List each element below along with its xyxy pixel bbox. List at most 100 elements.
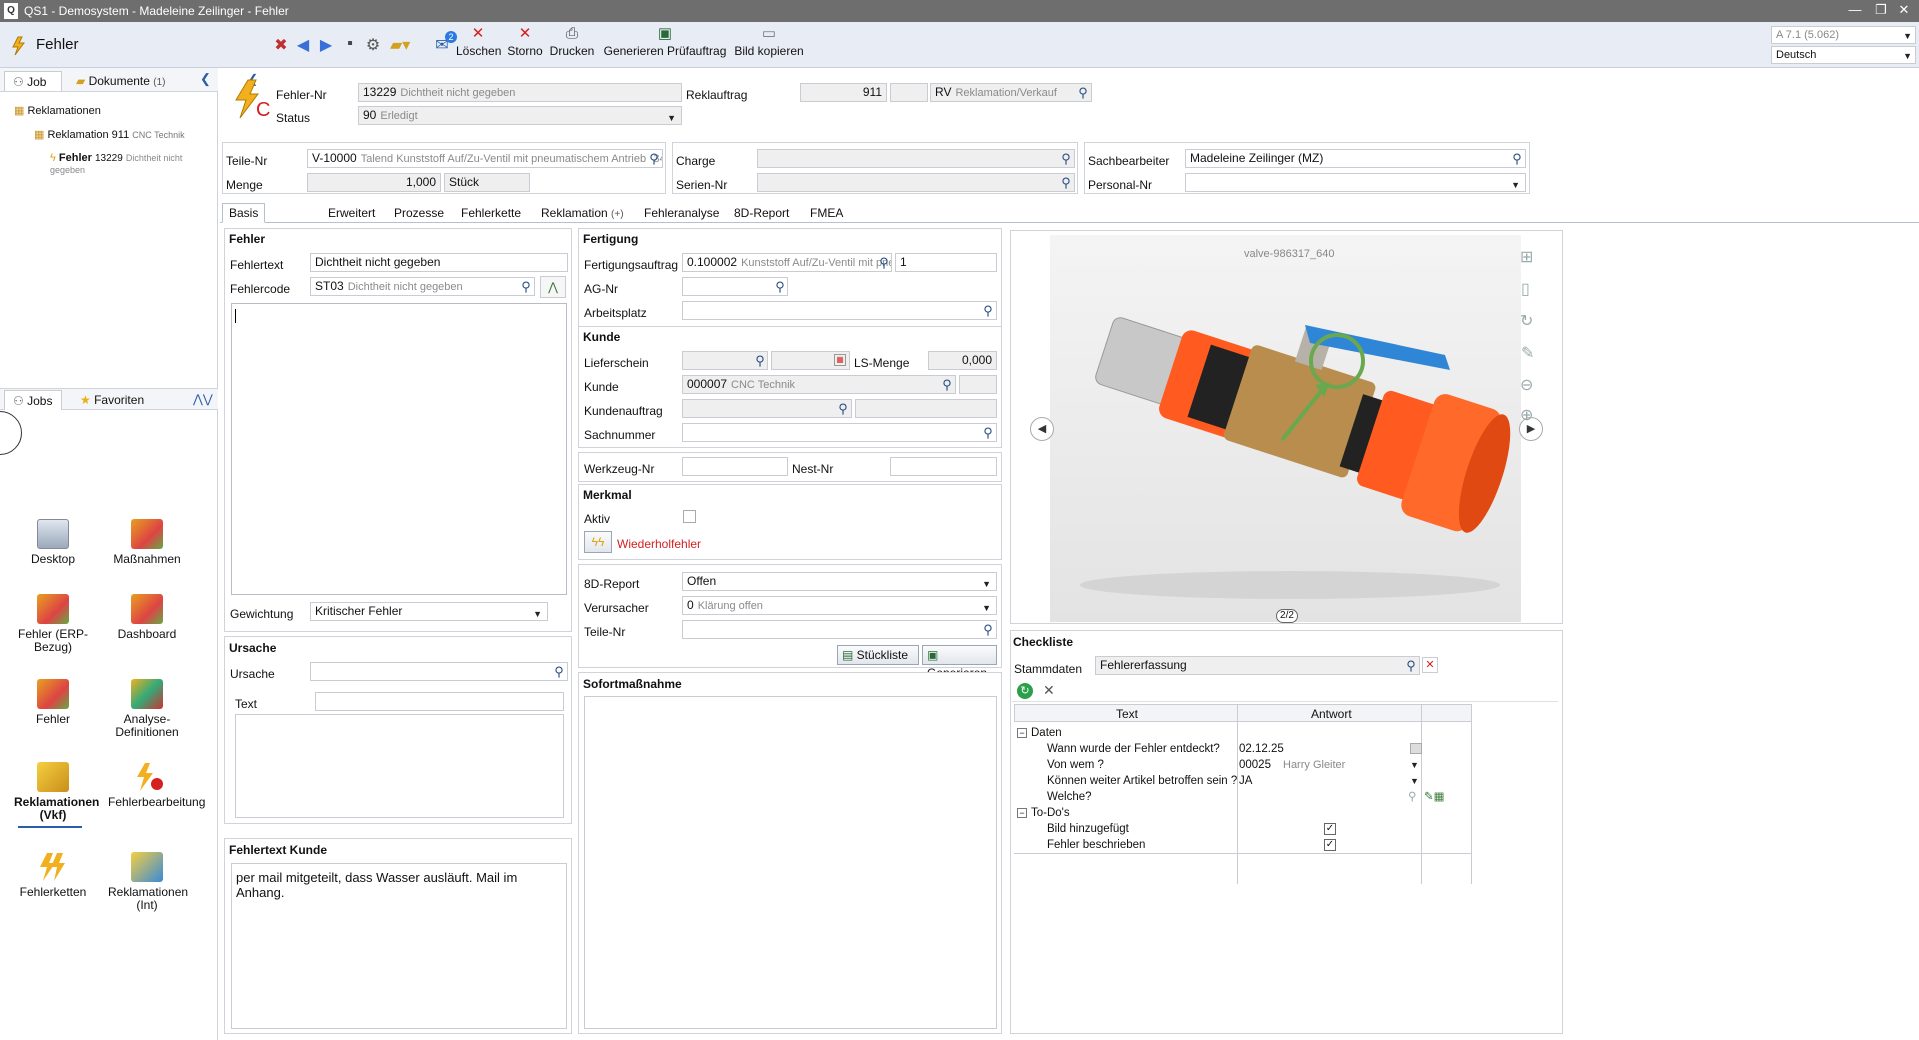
app-fehler[interactable]: Fehler xyxy=(14,679,92,726)
calendar-icon[interactable]: ▦ xyxy=(834,354,846,366)
checklist-row[interactable]: Bild hinzugefügt ✓ xyxy=(1014,821,1472,837)
menge-field[interactable]: 1,000 xyxy=(307,173,441,192)
status-select[interactable]: 90 Erledigt ▼ xyxy=(358,106,682,125)
teile-nr-field[interactable]: V-10000 Talend Kunststoff Auf/Zu-Ventil m… xyxy=(307,149,663,168)
delete-button[interactable]: ✕ Löschen xyxy=(456,26,501,59)
fehlertext-kunde-textarea[interactable]: per mail mitgeteilt, dass Wasser ausläuf… xyxy=(231,863,567,1029)
generate-inspection-button[interactable]: ▣ Generieren Prüfauftrag xyxy=(600,26,730,59)
search-icon[interactable]: ⚲ xyxy=(1059,176,1073,190)
collapse-icon[interactable]: − xyxy=(1017,728,1027,738)
search-icon[interactable]: ⚲ xyxy=(1059,152,1073,166)
version-select[interactable]: A 7.1 (5.062) ▼ xyxy=(1771,26,1916,44)
sachnummer-field[interactable] xyxy=(682,423,997,442)
folder-icon[interactable]: ▰▾ xyxy=(390,35,410,55)
ursache-field[interactable] xyxy=(310,662,568,681)
teile-nr2-field[interactable] xyxy=(682,620,997,639)
sachbearbeiter-field[interactable]: Madeleine Zeilinger (MZ) xyxy=(1185,149,1526,168)
collapse-sidebar-icon[interactable]: ❮ xyxy=(200,71,211,87)
search-icon[interactable]: ⚲ xyxy=(940,378,954,392)
zoom-out-icon[interactable]: ⊖ xyxy=(1520,375,1533,395)
werkzeug-nr-field[interactable] xyxy=(682,457,788,476)
dropdown-icon[interactable]: ▼ xyxy=(1410,757,1419,773)
refresh-icon[interactable]: ↻ xyxy=(1017,683,1033,699)
tools-icon[interactable]: ✕ xyxy=(1043,682,1055,699)
search-icon[interactable]: ⚲ xyxy=(1404,659,1418,673)
edit-icon[interactable]: ✎ xyxy=(1521,343,1534,363)
fehler-description-textarea[interactable] xyxy=(231,303,567,595)
search-icon[interactable]: ⚲ xyxy=(552,665,566,679)
close-record-icon[interactable]: ✖ xyxy=(271,35,291,55)
language-select[interactable]: Deutsch ▼ xyxy=(1771,46,1916,64)
stammdaten-field[interactable]: Fehlererfassung xyxy=(1095,656,1420,675)
storno-button[interactable]: ✕ Storno xyxy=(505,26,545,59)
serien-nr-field[interactable] xyxy=(757,173,1075,192)
tab-fehlerkette[interactable]: Fehlerkette xyxy=(455,204,527,222)
fertigungsauftrag-field[interactable]: 0.100002 Kunststoff Auf/Zu-Ventil mit pne… xyxy=(682,253,892,272)
forward-icon[interactable]: ▶ xyxy=(316,35,336,55)
search-icon[interactable]: ⚲ xyxy=(981,623,995,637)
tab-8d-report[interactable]: 8D-Report xyxy=(728,204,795,222)
menge-unit-field[interactable]: Stück xyxy=(444,173,530,192)
copy-image-button[interactable]: ▭ Bild kopieren xyxy=(731,26,807,59)
settings-icon[interactable]: ⚙ xyxy=(363,35,383,55)
checklist-row[interactable]: Wann wurde der Fehler entdeckt? 02.12.25 xyxy=(1014,741,1472,757)
checklist-row[interactable]: Welche? ⚲ ✎▦ xyxy=(1014,789,1472,805)
search-icon[interactable]: ⚲ xyxy=(647,152,661,166)
back-icon[interactable]: ◀ xyxy=(293,35,313,55)
tab-prozesse[interactable]: Prozesse xyxy=(388,204,450,222)
search-icon[interactable]: ⚲ xyxy=(877,256,891,270)
app-reklamationen-vkf[interactable]: Reklamationen (Vkf) xyxy=(14,762,99,822)
expand-collapse-icon[interactable]: ⋀⋁ xyxy=(193,392,213,406)
ls-menge-field[interactable]: 0,000 xyxy=(928,351,997,370)
reklauftrag-extra-field[interactable] xyxy=(890,83,928,102)
reklauftrag-type-field[interactable]: RV Reklamation/Verkauf xyxy=(930,83,1092,102)
tab-favorites[interactable]: ★ Favoriten xyxy=(80,393,144,407)
reklauftrag-num-field[interactable]: 911 xyxy=(800,83,887,102)
tree-item-reklamation[interactable]: ▦ Reklamation 911 CNC Technik xyxy=(34,128,185,141)
save-icon[interactable]: ▪ xyxy=(340,35,360,53)
app-fehler-erp[interactable]: Fehler (ERP-Bezug) xyxy=(14,594,92,654)
tab-documents[interactable]: ▰ Dokumente (1) xyxy=(76,74,166,88)
fertigungsauftrag-pos-field[interactable]: 1 xyxy=(895,253,997,272)
tab-erweitert[interactable]: Erweitert xyxy=(322,204,381,222)
search-icon[interactable]: ⚲ xyxy=(1408,789,1416,805)
nest-nr-field[interactable] xyxy=(890,457,997,476)
clear-stammdaten-icon[interactable]: ✕ xyxy=(1422,657,1438,673)
checkbox-checked[interactable]: ✓ xyxy=(1324,823,1336,835)
tab-basis[interactable]: Basis xyxy=(222,203,266,223)
checklist-row[interactable]: Fehler beschrieben ✓ xyxy=(1014,837,1472,853)
personal-nr-select[interactable]: ▼ xyxy=(1185,173,1526,192)
tree-root[interactable]: ▦ Reklamationen xyxy=(14,104,101,117)
sofort-textarea[interactable] xyxy=(584,696,997,1029)
checklist-row[interactable]: Können weiter Artikel betroffen sein ? JA… xyxy=(1014,773,1472,789)
tab-jobs[interactable]: ⚇ Jobs xyxy=(4,390,62,410)
8d-report-select[interactable]: Offen ▼ xyxy=(682,572,997,591)
stueckliste-button[interactable]: ▤ Stückliste xyxy=(837,645,919,665)
checkbox-checked[interactable]: ✓ xyxy=(1324,839,1336,851)
close-window-icon[interactable]: ✕ xyxy=(1889,2,1919,18)
group-row-todos[interactable]: − To-Do's xyxy=(1014,805,1472,821)
document-icon[interactable]: ▯ xyxy=(1521,279,1530,299)
ursache-text-field[interactable] xyxy=(315,692,564,711)
verursacher-select[interactable]: 0 Klärung offen ▼ xyxy=(682,596,997,615)
app-fehlerbearbeitung[interactable]: Fehlerbearbeitung xyxy=(108,762,205,809)
app-reklamationen-int[interactable]: Reklamationen (Int) xyxy=(108,852,188,912)
tab-fmea[interactable]: FMEA xyxy=(804,204,849,222)
search-icon[interactable]: ⚲ xyxy=(981,426,995,440)
checklist-row[interactable]: Von wem ? 00025 Harry Gleiter ▼ xyxy=(1014,757,1472,773)
ursache-textarea[interactable] xyxy=(235,714,564,818)
fehlercode-field[interactable]: ST03 Dichtheit nicht gegeben xyxy=(310,277,535,296)
print-button[interactable]: ⎙ Drucken xyxy=(549,26,595,59)
search-icon[interactable]: ⚲ xyxy=(981,304,995,318)
search-icon[interactable]: ⚲ xyxy=(753,354,767,368)
tab-fehleranalyse[interactable]: Fehleranalyse xyxy=(638,204,725,222)
search-icon[interactable]: ⚲ xyxy=(836,402,850,416)
zoom-in-icon[interactable]: ⊕ xyxy=(1520,405,1533,425)
collapse-icon[interactable]: − xyxy=(1017,808,1027,818)
fehler-nr-field[interactable]: 13229 Dichtheit nicht gegeben xyxy=(358,83,682,102)
fehlertext-field[interactable]: Dichtheit nicht gegeben xyxy=(310,253,568,272)
kundenauftrag-field[interactable] xyxy=(682,399,852,418)
calendar-icon[interactable] xyxy=(1410,743,1422,754)
gewichtung-select[interactable]: Kritischer Fehler ▼ xyxy=(310,602,548,621)
generieren-button[interactable]: ▣ Generieren xyxy=(922,645,997,680)
